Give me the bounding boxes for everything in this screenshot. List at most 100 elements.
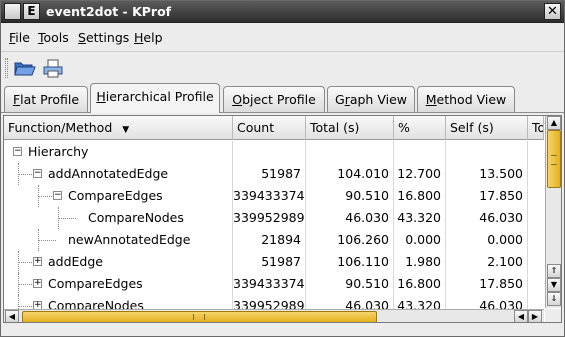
scroll-page-down-button[interactable]: ⇓	[547, 292, 561, 306]
cell-total: 46.030	[306, 207, 394, 229]
expand-icon[interactable]: +	[33, 301, 42, 309]
tab-bar: Flat Profile Hierarchical Profile Object…	[1, 83, 564, 113]
function-name: CompareNodes	[48, 298, 144, 309]
cell-percent: 16.800	[394, 185, 446, 207]
cell-percent: 43.320	[394, 295, 446, 309]
menu-settings-label: ettings	[85, 30, 130, 45]
tab-method-view-label: ethod View	[436, 92, 507, 107]
column-total-truncated[interactable]: To	[528, 116, 544, 140]
table-row[interactable]: − Hierarchy	[4, 141, 544, 163]
column-total[interactable]: Total (s)	[306, 116, 394, 140]
table-row[interactable]: − CompareEdges 339433374 90.510 16.800 17.850	[4, 185, 544, 207]
tab-method-view[interactable]: Method View	[417, 86, 515, 112]
column-count[interactable]: Count	[233, 116, 306, 140]
cell-percent: 1.980	[394, 251, 446, 273]
hierarchical-profile-list[interactable]: Function/Method ▼ Count Total (s) % Self …	[3, 115, 562, 323]
cell-self: 17.850	[446, 273, 528, 295]
table-row[interactable]: + CompareEdges 339433374 90.510 16.800 17.850	[4, 273, 544, 295]
menu-file[interactable]: File	[9, 30, 30, 45]
list-body: − Hierarchy − addAnnotatedEdge 51987 104.010 1…	[4, 141, 544, 309]
menu-settings[interactable]: Settings	[78, 30, 129, 45]
tab-object-profile[interactable]: Object Profile	[223, 86, 325, 112]
vertical-scroll-thumb[interactable]	[547, 130, 561, 188]
tab-hierarchical-profile-mnemonic: H	[96, 89, 106, 104]
scroll-right-button[interactable]: ▶	[528, 310, 542, 322]
tab-hierarchical-profile[interactable]: Hierarchical Profile	[90, 83, 220, 113]
collapse-icon[interactable]: −	[13, 147, 22, 156]
cell-self: 17.850	[446, 185, 528, 207]
toolbar	[1, 51, 564, 83]
print-icon	[43, 59, 63, 78]
cell-total: 104.010	[306, 163, 394, 185]
tree-connector	[38, 185, 39, 207]
expand-icon[interactable]: +	[33, 257, 42, 266]
tree-connector	[18, 251, 19, 273]
open-folder-button[interactable]	[13, 57, 37, 79]
function-name: CompareEdges	[68, 188, 163, 203]
cell-function-method: + addEdge	[4, 251, 233, 273]
menu-help[interactable]: Help	[134, 30, 163, 45]
tree-connector	[58, 218, 76, 219]
cell-self: 46.030	[446, 207, 528, 229]
cell-count: 339433374	[233, 273, 306, 295]
cell-percent: 43.320	[394, 207, 446, 229]
collapse-icon[interactable]: −	[53, 191, 62, 200]
cell-function-method: − addAnnotatedEdge	[4, 163, 233, 185]
menu-help-label: elp	[143, 30, 163, 45]
table-row[interactable]: − addAnnotatedEdge 51987 104.010 12.700 13.50…	[4, 163, 544, 185]
cell-count: 51987	[233, 251, 306, 273]
menu-file-label: ile	[15, 30, 30, 45]
table-row[interactable]: newAnnotatedEdge 21894 106.260 0.000 0.000	[4, 229, 544, 251]
close-button[interactable]: ✕	[544, 3, 561, 20]
scroll-page-up-button[interactable]: ⇑	[547, 264, 561, 278]
sort-descending-icon: ▼	[122, 125, 130, 135]
function-name: Hierarchy	[28, 144, 89, 159]
cell-percent: 16.800	[394, 273, 446, 295]
vertical-scrollbar[interactable]: ▲ ⇑ ▼ ⇓	[545, 116, 561, 308]
table-row[interactable]: CompareNodes 339952989 46.030 43.320 46.030	[4, 207, 544, 229]
scroll-left-button-2[interactable]: ◀	[514, 310, 528, 322]
tree-connector	[18, 273, 19, 295]
column-function-method[interactable]: Function/Method ▼	[4, 116, 233, 140]
tree-connector	[18, 163, 19, 185]
cell-total: 106.110	[306, 251, 394, 273]
open-folder-icon	[14, 62, 36, 76]
tree-connector	[58, 207, 59, 229]
cell-function-method: + CompareNodes	[4, 295, 233, 309]
horizontal-scroll-thumb[interactable]	[22, 311, 377, 322]
title-bar[interactable]: E event2dot - KProf ✕	[1, 1, 564, 23]
expand-icon[interactable]: +	[33, 279, 42, 288]
table-row[interactable]: + addEdge 51987 106.110 1.980 2.100	[4, 251, 544, 273]
tab-graph-view-prefix: G	[335, 92, 345, 107]
cell-count: 339952989	[233, 295, 306, 309]
menu-tools[interactable]: Tools	[38, 30, 69, 45]
column-self[interactable]: Self (s)	[446, 116, 528, 140]
table-row[interactable]: + CompareNodes 339952989 46.030 43.320 46.030	[4, 295, 544, 309]
cell-total	[306, 141, 394, 163]
cell-function-method: newAnnotatedEdge	[4, 229, 233, 251]
tab-graph-view[interactable]: Graph View	[327, 86, 415, 112]
print-button[interactable]	[41, 57, 65, 79]
scroll-down-button[interactable]: ▼	[547, 278, 561, 292]
toolbar-drag-handle[interactable]	[5, 58, 8, 78]
tab-divider	[1, 112, 564, 113]
window-title: event2dot - KProf	[46, 4, 172, 19]
column-function-method-label: Function/Method	[8, 120, 113, 135]
window-system-button[interactable]	[4, 3, 21, 20]
tab-flat-profile[interactable]: Flat Profile	[4, 86, 88, 112]
cell-self: 0.000	[446, 229, 528, 251]
menu-settings-mnemonic: S	[78, 30, 86, 45]
collapse-icon[interactable]: −	[33, 169, 42, 178]
tree-connector	[18, 295, 19, 309]
horizontal-scrollbar[interactable]: ◀ ◀ ▶	[4, 309, 544, 322]
tree-connector	[38, 229, 39, 251]
scroll-left-button[interactable]: ◀	[5, 310, 19, 322]
column-percent[interactable]: %	[394, 116, 446, 140]
window-menu-button[interactable]: E	[23, 3, 40, 20]
cell-total: 90.510	[306, 185, 394, 207]
function-name: CompareNodes	[88, 210, 184, 225]
cell-function-method: CompareNodes	[4, 207, 233, 229]
tab-object-profile-mnemonic: O	[232, 92, 243, 107]
scroll-up-button[interactable]: ▲	[547, 116, 561, 130]
tab-object-profile-label: bject Profile	[242, 92, 316, 107]
